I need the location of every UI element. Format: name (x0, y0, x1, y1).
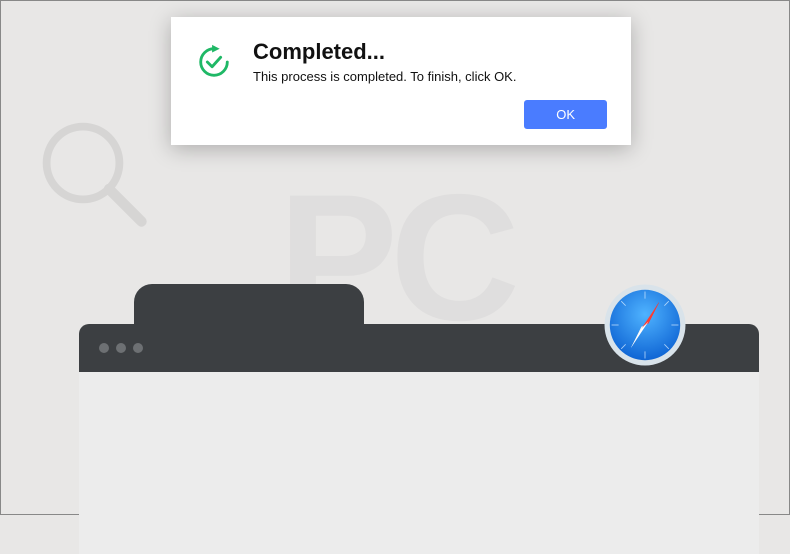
checkmark-refresh-icon (195, 68, 233, 85)
dialog-icon-wrap (195, 39, 233, 129)
traffic-light-close (99, 343, 109, 353)
safari-icon (601, 281, 689, 369)
dialog-content: Completed... This process is completed. … (253, 39, 607, 129)
watermark-magnifier-icon (31, 111, 161, 241)
dialog-title: Completed... (253, 39, 607, 65)
traffic-light-zoom (133, 343, 143, 353)
completed-dialog: Completed... This process is completed. … (171, 17, 631, 145)
browser-content-area (79, 372, 759, 554)
ok-button[interactable]: OK (524, 100, 607, 129)
traffic-light-minimize (116, 343, 126, 353)
browser-tab (134, 284, 364, 326)
dialog-actions: OK (253, 100, 607, 129)
dialog-message: This process is completed. To finish, cl… (253, 69, 607, 84)
